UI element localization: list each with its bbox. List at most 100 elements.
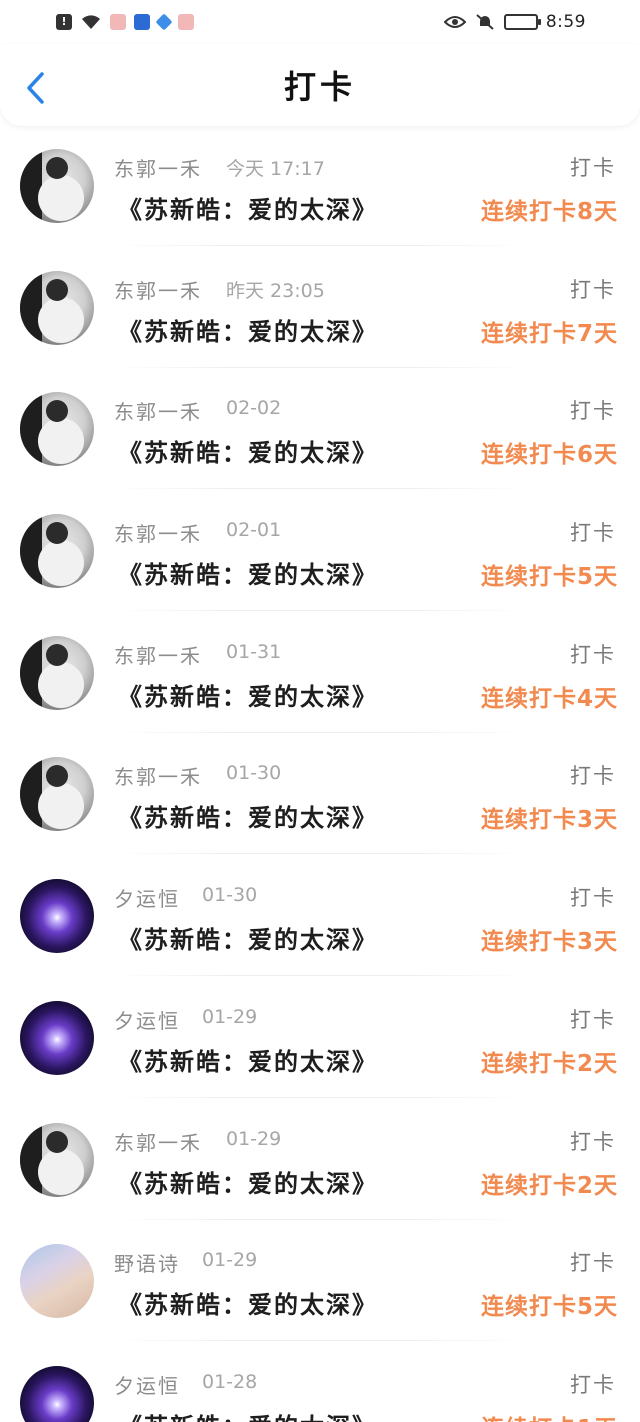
divider <box>110 366 530 368</box>
header-bar: 打卡 <box>0 44 640 126</box>
list-item[interactable]: 夕运恒 01-29 打卡 《苏新皓：爱的太深》 连续打卡2天 <box>0 989 640 1111</box>
avatar[interactable] <box>20 635 94 710</box>
avatar[interactable] <box>20 149 94 223</box>
avatar[interactable] <box>20 1122 94 1197</box>
action-label: 打卡 <box>570 1007 616 1032</box>
divider <box>110 975 530 977</box>
streak-label: 连续打卡6天 <box>480 442 618 469</box>
streak-label: 连续打卡4天 <box>480 685 618 712</box>
user-name[interactable]: 东郭一禾 <box>114 518 202 547</box>
eye-icon <box>443 16 466 28</box>
streak-label: 连续打卡5天 <box>480 564 618 591</box>
divider <box>110 1340 530 1342</box>
streak-label: 连续打卡5天 <box>480 1294 618 1321</box>
user-name[interactable]: 东郭一禾 <box>114 1127 202 1156</box>
book-title[interactable]: 《苏新皓：爱的太深》 <box>118 677 378 712</box>
user-name[interactable]: 野语诗 <box>114 1248 180 1277</box>
avatar[interactable] <box>20 270 94 345</box>
book-title[interactable]: 《苏新皓：爱的太深》 <box>118 1285 378 1320</box>
user-name[interactable]: 东郭一禾 <box>114 396 202 425</box>
wifi-icon <box>82 15 100 29</box>
action-label: 打卡 <box>570 1372 616 1397</box>
book-title[interactable]: 《苏新皓：爱的太深》 <box>118 190 378 225</box>
action-label: 打卡 <box>570 764 616 789</box>
action-label: 打卡 <box>570 886 616 911</box>
status-bar: ! 8:59 <box>0 0 640 44</box>
action-label: 打卡 <box>570 1251 616 1276</box>
book-title[interactable]: 《苏新皓：爱的太深》 <box>118 1407 378 1422</box>
streak-label: 连续打卡1天 <box>481 1409 618 1422</box>
checkin-list: 东郭一禾 今天 17:17 打卡 《苏新皓：爱的太深》 连续打卡8天 东郭一禾 … <box>0 137 640 1422</box>
list-item[interactable]: 夕运恒 01-28 打卡 《苏新皓：爱的太深》 连续打卡1天 <box>0 1354 640 1422</box>
book-title[interactable]: 《苏新皓：爱的太深》 <box>118 433 378 468</box>
timestamp: 01-30 <box>226 762 282 785</box>
status-bar-right: 8:59 <box>443 12 586 32</box>
avatar[interactable] <box>20 757 94 832</box>
user-name[interactable]: 东郭一禾 <box>114 275 202 304</box>
list-item[interactable]: 东郭一禾 01-29 打卡 《苏新皓：爱的太深》 连续打卡2天 <box>0 1111 640 1233</box>
timestamp: 01-31 <box>226 640 282 663</box>
status-bar-left: ! <box>56 13 194 31</box>
gem-icon <box>155 13 173 31</box>
action-label: 打卡 <box>570 1129 616 1154</box>
action-label: 打卡 <box>570 521 616 546</box>
bell-muted-icon <box>476 14 494 30</box>
user-name[interactable]: 夕运恒 <box>114 1005 180 1034</box>
streak-label: 连续打卡3天 <box>480 807 618 834</box>
streak-label: 连续打卡7天 <box>480 320 618 347</box>
timestamp: 02-02 <box>226 397 282 420</box>
timestamp: 01-29 <box>202 1249 258 1272</box>
user-name[interactable]: 东郭一禾 <box>114 640 202 669</box>
action-label: 打卡 <box>570 277 616 302</box>
user-name[interactable]: 东郭一禾 <box>114 153 202 182</box>
list-item[interactable]: 东郭一禾 今天 17:17 打卡 《苏新皓：爱的太深》 连续打卡8天 <box>0 137 640 259</box>
app-icon <box>134 14 150 30</box>
app-notification-icon <box>178 14 194 30</box>
action-label: 打卡 <box>570 156 616 180</box>
divider <box>110 1096 530 1098</box>
list-item[interactable]: 东郭一禾 01-30 打卡 《苏新皓：爱的太深》 连续打卡3天 <box>0 745 640 867</box>
list-item[interactable]: 东郭一禾 02-02 打卡 《苏新皓：爱的太深》 连续打卡6天 <box>0 380 640 502</box>
list-item[interactable]: 东郭一禾 昨天 23:05 打卡 《苏新皓：爱的太深》 连续打卡7天 <box>0 259 640 381</box>
list-item[interactable]: 东郭一禾 02-01 打卡 《苏新皓：爱的太深》 连续打卡5天 <box>0 502 640 624</box>
book-title[interactable]: 《苏新皓：爱的太深》 <box>118 312 378 347</box>
avatar[interactable] <box>20 1365 94 1422</box>
avatar[interactable] <box>20 1244 94 1319</box>
book-title[interactable]: 《苏新皓：爱的太深》 <box>118 555 378 590</box>
book-title[interactable]: 《苏新皓：爱的太深》 <box>118 1164 378 1199</box>
book-title[interactable]: 《苏新皓：爱的太深》 <box>118 920 378 955</box>
timestamp: 01-29 <box>202 1005 258 1028</box>
divider <box>110 245 530 246</box>
book-title[interactable]: 《苏新皓：爱的太深》 <box>118 798 378 833</box>
streak-label: 连续打卡2天 <box>480 1172 618 1199</box>
alert-icon: ! <box>56 14 72 30</box>
divider <box>110 488 530 490</box>
streak-label: 连续打卡3天 <box>480 929 618 956</box>
list-item[interactable]: 野语诗 01-29 打卡 《苏新皓：爱的太深》 连续打卡5天 <box>0 1232 640 1354</box>
timestamp: 01-28 <box>202 1370 258 1393</box>
divider <box>110 610 530 612</box>
timestamp: 02-01 <box>226 519 282 542</box>
avatar[interactable] <box>20 392 94 467</box>
user-name[interactable]: 夕运恒 <box>114 1370 180 1399</box>
action-label: 打卡 <box>570 642 616 667</box>
user-name[interactable]: 夕运恒 <box>114 883 180 912</box>
user-name[interactable]: 东郭一禾 <box>114 761 202 790</box>
back-chevron-left-icon[interactable] <box>22 71 50 105</box>
divider <box>110 731 530 733</box>
avatar[interactable] <box>20 879 94 954</box>
timestamp: 昨天 23:05 <box>226 279 325 302</box>
streak-label: 连续打卡2天 <box>480 1050 618 1077</box>
avatar[interactable] <box>20 1000 94 1075</box>
battery-icon <box>503 14 541 30</box>
divider <box>110 853 530 855</box>
avatar[interactable] <box>20 514 94 589</box>
list-item[interactable]: 东郭一禾 01-31 打卡 《苏新皓：爱的太深》 连续打卡4天 <box>0 624 640 746</box>
streak-label: 连续打卡8天 <box>480 199 618 225</box>
book-title[interactable]: 《苏新皓：爱的太深》 <box>118 1042 378 1077</box>
divider <box>110 1218 530 1220</box>
timestamp: 01-30 <box>202 884 258 907</box>
list-item[interactable]: 夕运恒 01-30 打卡 《苏新皓：爱的太深》 连续打卡3天 <box>0 867 640 989</box>
action-label: 打卡 <box>570 399 616 424</box>
timestamp: 01-29 <box>226 1127 282 1150</box>
